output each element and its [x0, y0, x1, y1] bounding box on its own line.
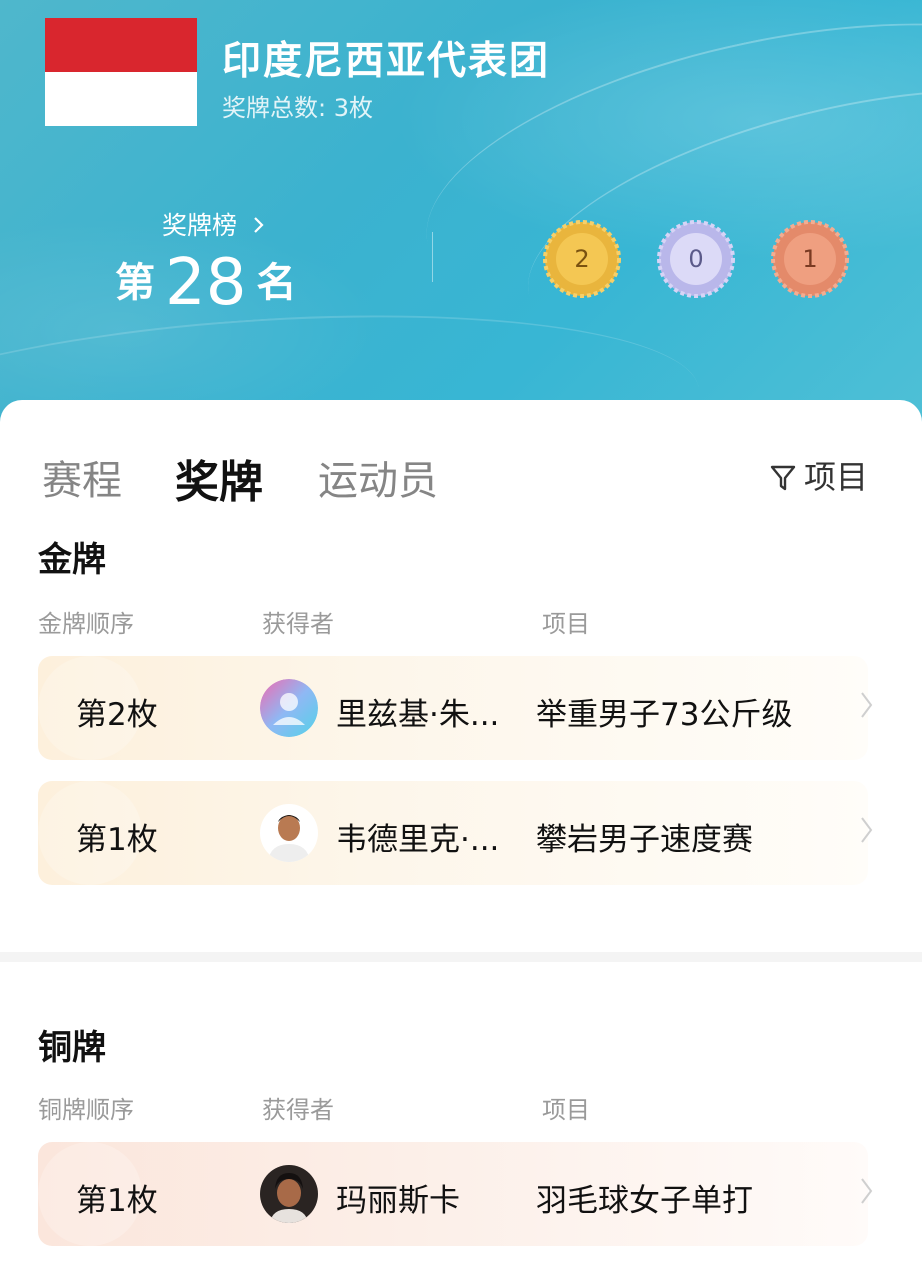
winner-name: 里兹基·朱... [336, 697, 500, 733]
event-name: 举重男子73公斤级 [536, 697, 793, 733]
col-winner-header: 获得者 [262, 1096, 334, 1124]
bronze-section-title: 铜牌 [38, 1028, 106, 1068]
silver-medal-icon: 0 [657, 220, 735, 298]
chevron-right-icon [253, 211, 265, 240]
gold-section-title: 金牌 [38, 540, 106, 580]
tab-medals[interactable]: 奖牌 [175, 446, 263, 510]
event-filter-button[interactable]: 项目 [770, 452, 868, 498]
tab-athletes[interactable]: 运动员 [318, 448, 438, 506]
col-event-header: 项目 [542, 610, 590, 638]
filter-label: 项目 [804, 458, 869, 496]
gold-medal-icon: 2 [543, 220, 621, 298]
col-order-header: 金牌顺序 [38, 610, 134, 638]
winner-name: 韦德里克·... [336, 822, 500, 858]
indonesia-flag [45, 18, 197, 126]
content-card: 赛程 奖牌 运动员 项目 金牌 金牌顺序 获得者 项目 第2枚 里兹基·朱...… [0, 400, 922, 1267]
medal-table-label: 奖牌榜 [162, 211, 238, 240]
avatar [260, 804, 318, 862]
rank-display: 第 28 名 [115, 246, 296, 320]
winner-name: 玛丽斯卡 [336, 1183, 460, 1219]
col-event-header: 项目 [542, 1096, 590, 1124]
rank-suffix: 名 [256, 260, 297, 306]
chevron-right-icon [860, 690, 874, 724]
medal-order: 第1枚 [76, 1183, 158, 1219]
bronze-medal-icon: 1 [771, 220, 849, 298]
chevron-right-icon [860, 815, 874, 849]
divider [432, 232, 433, 282]
chevron-right-icon [860, 1176, 874, 1210]
team-header: 印度尼西亚代表团 奖牌总数: 3枚 奖牌榜 第 28 名 2 0 1 [0, 0, 922, 440]
medal-total: 奖牌总数: 3枚 [222, 94, 373, 122]
rank-prefix: 第 [115, 260, 155, 306]
rank-number: 28 [165, 246, 247, 320]
avatar [260, 1165, 318, 1223]
gold-count: 2 [574, 245, 590, 273]
funnel-icon [770, 458, 804, 496]
medal-order: 第2枚 [76, 697, 158, 733]
event-name: 羽毛球女子单打 [536, 1183, 753, 1219]
event-name: 攀岩男子速度赛 [536, 822, 753, 858]
col-winner-header: 获得者 [262, 610, 334, 638]
bronze-count: 1 [802, 245, 818, 273]
section-divider [0, 952, 922, 962]
team-name: 印度尼西亚代表团 [222, 39, 551, 84]
col-order-header: 铜牌顺序 [38, 1096, 134, 1124]
medal-row[interactable]: 第1枚 玛丽斯卡 羽毛球女子单打 [38, 1142, 873, 1246]
medal-order: 第1枚 [76, 822, 158, 858]
medal-row[interactable]: 第1枚 韦德里克·... 攀岩男子速度赛 [38, 781, 873, 885]
medal-table-link[interactable]: 奖牌榜 [162, 206, 265, 242]
medal-row[interactable]: 第2枚 里兹基·朱... 举重男子73公斤级 [38, 656, 873, 760]
avatar [260, 679, 318, 737]
tab-schedule[interactable]: 赛程 [42, 448, 122, 506]
silver-count: 0 [688, 245, 704, 273]
